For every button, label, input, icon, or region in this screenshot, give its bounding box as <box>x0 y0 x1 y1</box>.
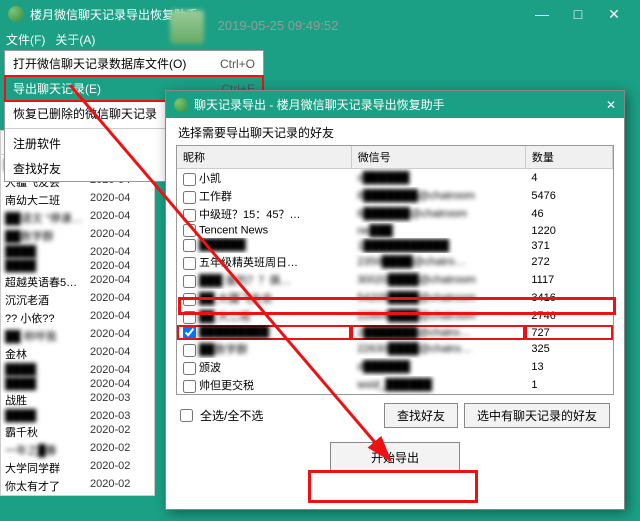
row-checkbox[interactable] <box>183 224 196 237</box>
row-checkbox[interactable] <box>183 380 196 393</box>
friend-table[interactable]: 昵称 微信号 数量 小凯x██████4工作群8███████@chatroom… <box>176 145 614 395</box>
list-item[interactable]: ████2020-03 <box>1 409 154 423</box>
dialog-logo-icon <box>174 98 188 112</box>
col-header-wxid[interactable]: 微信号 <box>351 146 525 169</box>
export-dialog: 聊天记录导出 - 楼月微信聊天记录导出恢复助手 ✕ 选择需要导出聊天记录的好友 … <box>165 90 625 510</box>
list-item[interactable]: 金林2020-04 <box>1 345 154 363</box>
dialog-title: 聊天记录导出 - 楼月微信聊天记录导出恢复助手 <box>194 96 606 113</box>
list-item[interactable]: ████2020-04 <box>1 363 154 377</box>
table-row[interactable]: ███ 蛋钓？？俱…30020████@chatroom1117 <box>177 271 613 289</box>
table-row[interactable]: 五年级精英班周日…2359████@chatro…272 <box>177 253 613 271</box>
col-header-count[interactable]: 数量 <box>525 146 612 169</box>
table-row[interactable]: ██ 大二班22864████@chatroom2746 <box>177 307 613 325</box>
select-all-checkbox[interactable]: 全选/全不选 <box>180 407 263 424</box>
table-row[interactable]: ██数学群22630████@chatro…325 <box>177 340 613 358</box>
table-row[interactable]: ██████1███████████371 <box>177 238 613 253</box>
list-item[interactable]: 你太有才了2020-02 <box>1 477 154 495</box>
table-row[interactable]: ██ 大疆飞友会54205████@chatroom3416 <box>177 289 613 307</box>
list-item[interactable]: ████2020-04 <box>1 245 154 259</box>
menu-item-label: 打开微信聊天记录数据库文件(O) <box>13 55 220 72</box>
table-row[interactable]: 帅但更交税wxid_██████1 <box>177 376 613 394</box>
table-row[interactable]: 超越英语春57班 1H…███████@chatro…137 <box>177 394 613 395</box>
avatar-icon <box>170 10 204 44</box>
list-item[interactable]: ██ 称呼我2020-04 <box>1 327 154 345</box>
list-item[interactable]: 一年之█春2020-02 <box>1 441 154 459</box>
table-row[interactable]: 工作群8███████@chatroom5476 <box>177 187 613 205</box>
menu-file[interactable]: 文件(F) <box>6 31 45 48</box>
row-checkbox[interactable] <box>183 311 196 324</box>
row-checkbox[interactable] <box>183 275 196 288</box>
table-row[interactable]: █████████2███████@chatro…727 <box>177 325 613 340</box>
select-all-label: 全选/全不选 <box>200 407 263 424</box>
row-checkbox[interactable] <box>183 344 196 357</box>
start-export-button[interactable]: 开始导出 <box>330 442 460 473</box>
list-item[interactable]: 超越英语春5…2020-04 <box>1 273 154 291</box>
dialog-subtitle: 选择需要导出聊天记录的好友 <box>166 118 624 143</box>
row-checkbox[interactable] <box>183 257 196 270</box>
row-checkbox[interactable] <box>183 362 196 375</box>
select-with-msgs-button[interactable]: 选中有聊天记录的好友 <box>464 403 610 428</box>
menu-item-open-db[interactable]: 打开微信聊天记录数据库文件(O) Ctrl+O <box>5 51 263 76</box>
list-item[interactable]: 霸千秋2020-02 <box>1 423 154 441</box>
menu-about[interactable]: 关于(A) <box>55 31 95 48</box>
table-row[interactable]: 中级班？15：45？…6██████@chatroom46 <box>177 205 613 223</box>
friend-list-panel: 好友 最近聊天 ██ 蛋钓?…2020-大疆飞友会2020-04南幼大二班202… <box>0 130 155 496</box>
list-item[interactable]: ████2020-04 <box>1 377 154 391</box>
list-item[interactable]: ██语文 "停课…2020-04 <box>1 209 154 227</box>
list-item[interactable]: 大学同学群2020-02 <box>1 459 154 477</box>
table-row[interactable]: 颁波d██████13 <box>177 358 613 376</box>
list-item[interactable]: 沉沉老酒2020-04 <box>1 291 154 309</box>
row-checkbox[interactable] <box>183 293 196 306</box>
table-row[interactable]: Tencent Newsne███1220 <box>177 223 613 238</box>
select-all-box[interactable] <box>180 409 193 422</box>
row-checkbox[interactable] <box>183 209 196 222</box>
row-checkbox[interactable] <box>183 239 196 252</box>
row-checkbox[interactable] <box>183 173 196 186</box>
row-checkbox[interactable] <box>183 326 196 339</box>
message-timestamp: 2019-05-25 09:49:52 <box>218 18 339 33</box>
app-logo-icon <box>8 6 24 22</box>
table-row[interactable]: 小凯x██████4 <box>177 169 613 188</box>
list-item[interactable]: 战胜2020-03 <box>1 391 154 409</box>
menu-item-accel: Ctrl+O <box>220 57 255 71</box>
dialog-close-button[interactable]: ✕ <box>606 98 616 112</box>
col-header-nickname[interactable]: 昵称 <box>177 146 351 169</box>
row-checkbox[interactable] <box>183 191 196 204</box>
find-friend-button[interactable]: 查找好友 <box>384 403 458 428</box>
list-item[interactable]: ████2020-04 <box>1 259 154 273</box>
list-item[interactable]: 南幼大二班2020-04 <box>1 191 154 209</box>
list-item[interactable]: ?? 小依??2020-04 <box>1 309 154 327</box>
list-item[interactable]: ██数学群2020-04 <box>1 227 154 245</box>
